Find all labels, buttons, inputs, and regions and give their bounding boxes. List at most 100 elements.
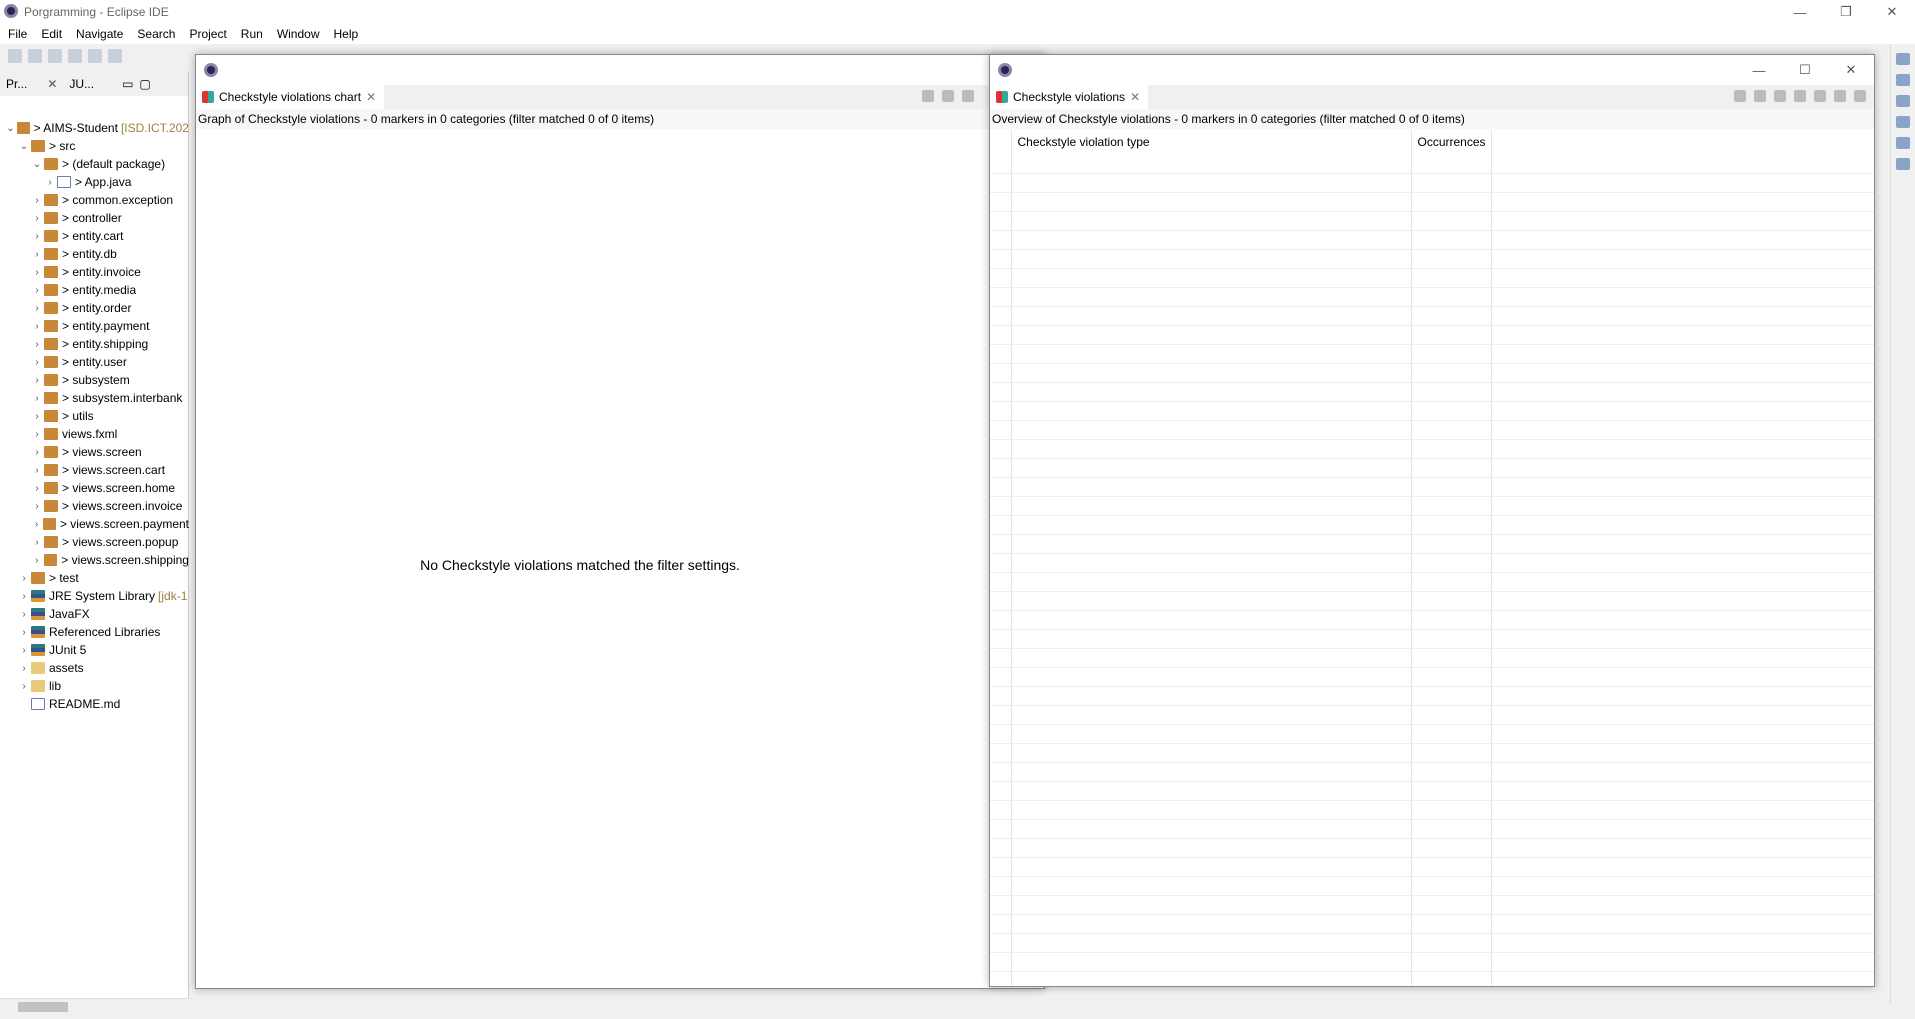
restore-icon[interactable] [1896, 74, 1910, 86]
save-all-icon[interactable] [68, 49, 82, 63]
expand-chevron-icon[interactable]: › [30, 249, 44, 260]
terminal-icon[interactable] [88, 49, 102, 63]
minimize-view-icon[interactable] [1834, 90, 1846, 102]
expand-chevron-icon[interactable]: › [30, 195, 44, 206]
expand-chevron-icon[interactable]: › [17, 573, 31, 584]
tree-item[interactable]: › Referenced Libraries [0, 623, 189, 641]
tree-item[interactable]: › > entity.user [0, 353, 189, 371]
expand-chevron-icon[interactable]: › [43, 177, 57, 188]
expand-chevron-icon[interactable]: › [30, 465, 44, 476]
expand-chevron-icon[interactable]: › [30, 429, 44, 440]
tree-item[interactable]: › > entity.cart [0, 227, 189, 245]
task-icon[interactable] [1896, 137, 1910, 149]
expand-chevron-icon[interactable]: › [30, 267, 44, 278]
tab-package-explorer[interactable]: Pr... [6, 77, 27, 91]
chart-icon[interactable] [1734, 90, 1746, 102]
drilldown-icon[interactable] [1794, 90, 1806, 102]
tree-item[interactable]: › > entity.shipping [0, 335, 189, 353]
minimize-button[interactable]: — [1777, 0, 1823, 24]
close-tab-icon[interactable]: ✕ [1130, 90, 1140, 104]
tree-item[interactable]: ⌄ > (default package) [0, 155, 189, 173]
expand-chevron-icon[interactable]: › [17, 681, 31, 692]
menu-edit[interactable]: Edit [41, 27, 62, 41]
tree-item[interactable]: › > entity.db [0, 245, 189, 263]
tree-item[interactable]: README.md [0, 695, 189, 713]
expand-chevron-icon[interactable]: › [30, 519, 43, 530]
tree-item[interactable]: › > views.screen.home [0, 479, 189, 497]
expand-chevron-icon[interactable]: › [30, 321, 44, 332]
expand-chevron-icon[interactable]: ⌄ [17, 141, 31, 152]
outline-icon[interactable] [1896, 116, 1910, 128]
tree-item[interactable]: › > test [0, 569, 189, 587]
project-tree[interactable]: ⌄ > AIMS-Student [ISD.ICT.202 ⌄ > src ⌄ > (def… [0, 119, 189, 713]
expand-chevron-icon[interactable]: › [30, 231, 44, 242]
menu-file[interactable]: File [8, 27, 27, 41]
tree-item[interactable]: › > controller [0, 209, 189, 227]
close-button[interactable]: ✕ [1828, 58, 1874, 82]
tab-junit[interactable]: JU... [69, 77, 94, 91]
tree-item[interactable]: ⌄ > AIMS-Student [ISD.ICT.202 [0, 119, 189, 137]
save-icon[interactable] [48, 49, 62, 63]
tree-item[interactable]: › > subsystem [0, 371, 189, 389]
tree-item[interactable]: › > views.screen.invoice [0, 497, 189, 515]
back-icon[interactable] [1754, 90, 1766, 102]
close-tab-icon[interactable]: ✕ [366, 90, 376, 104]
view-icon[interactable] [1896, 95, 1910, 107]
tree-item[interactable]: › JavaFX [0, 605, 189, 623]
expand-chevron-icon[interactable]: › [30, 501, 44, 512]
filter-icon[interactable] [922, 90, 934, 102]
perspective-icon[interactable] [1896, 53, 1910, 65]
menu-window[interactable]: Window [277, 27, 320, 41]
tree-item[interactable]: › > entity.order [0, 299, 189, 317]
tree-item[interactable]: › assets [0, 659, 189, 677]
tree-item[interactable]: › > subsystem.interbank [0, 389, 189, 407]
tree-item[interactable]: › > views.screen.cart [0, 461, 189, 479]
expand-chevron-icon[interactable]: ⌄ [4, 123, 17, 134]
tab-checkstyle-violations-chart[interactable]: Checkstyle violations chart ✕ [196, 85, 385, 109]
tab-checkstyle-violations[interactable]: Checkstyle violations ✕ [990, 85, 1149, 109]
tree-item[interactable]: › > entity.media [0, 281, 189, 299]
expand-chevron-icon[interactable]: › [30, 285, 44, 296]
expand-chevron-icon[interactable]: › [17, 591, 31, 602]
menu-help[interactable]: Help [334, 27, 359, 41]
expand-chevron-icon[interactable]: ⌄ [30, 159, 44, 170]
expand-chevron-icon[interactable]: › [30, 393, 44, 404]
column-header-occurrences[interactable]: Occurrences [1411, 130, 1492, 154]
expand-chevron-icon[interactable]: › [30, 375, 44, 386]
expand-chevron-icon[interactable]: › [30, 339, 44, 350]
expand-chevron-icon[interactable]: › [30, 537, 44, 548]
maximize-view-icon[interactable]: ▢ [139, 77, 150, 91]
expand-chevron-icon[interactable]: › [17, 609, 31, 620]
new-icon[interactable] [8, 49, 22, 63]
menu-run[interactable]: Run [241, 27, 263, 41]
tree-item[interactable]: › > views.screen.shipping [0, 551, 189, 569]
tree-item[interactable]: ⌄ > src [0, 137, 189, 155]
maximize-view-icon[interactable] [1854, 90, 1866, 102]
tree-item[interactable]: › JRE System Library [jdk-1 [0, 587, 189, 605]
expand-chevron-icon[interactable]: › [17, 663, 31, 674]
maximize-button[interactable]: ☐ [1782, 58, 1828, 82]
tree-item[interactable]: › > views.screen.popup [0, 533, 189, 551]
expand-chevron-icon[interactable]: › [30, 483, 44, 494]
tree-item[interactable]: › > App.java [0, 173, 189, 191]
close-button[interactable]: ✕ [1869, 0, 1915, 24]
menu-search[interactable]: Search [137, 27, 175, 41]
back-icon[interactable] [942, 90, 954, 102]
expand-chevron-icon[interactable]: › [30, 357, 44, 368]
tree-item[interactable]: › views.fxml [0, 425, 189, 443]
tree-item[interactable]: › > entity.payment [0, 317, 189, 335]
expand-chevron-icon[interactable]: › [30, 213, 44, 224]
close-tab-icon[interactable]: ✕ [47, 77, 57, 91]
expand-chevron-icon[interactable]: › [30, 303, 44, 314]
tree-item[interactable]: › lib [0, 677, 189, 695]
tree-item[interactable]: › > utils [0, 407, 189, 425]
restore-button[interactable]: ❐ [1823, 0, 1869, 24]
violations-table[interactable]: Checkstyle violation type Occurrences [990, 130, 1874, 986]
minimize-button[interactable]: — [1736, 58, 1782, 82]
skip-breakpoints-icon[interactable] [108, 49, 122, 63]
tree-item[interactable]: › JUnit 5 [0, 641, 189, 659]
menu-navigate[interactable]: Navigate [76, 27, 123, 41]
expand-chevron-icon[interactable]: › [17, 627, 31, 638]
console-icon[interactable] [1896, 158, 1910, 170]
minimize-view-icon[interactable]: ▭ [122, 77, 133, 91]
